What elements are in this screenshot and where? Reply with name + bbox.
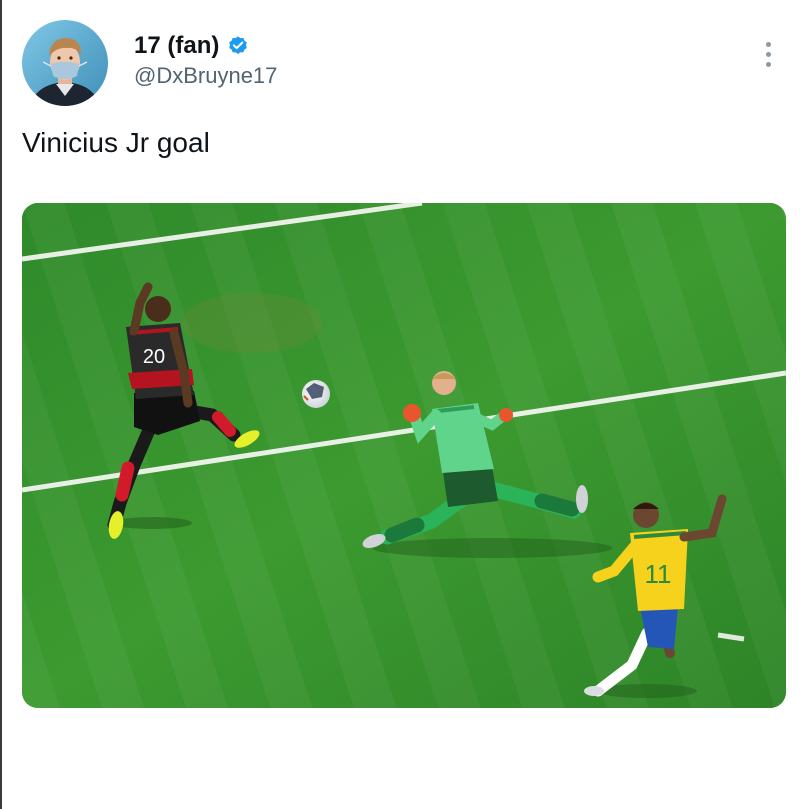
more-options-icon — [765, 41, 771, 47]
football-ball — [302, 380, 330, 408]
more-options-icon-dot — [765, 61, 771, 67]
jersey-number-11: 11 — [645, 559, 672, 589]
window-edge — [0, 0, 2, 809]
more-options-button[interactable] — [752, 34, 784, 74]
tweet-media-photo[interactable]: 20 11 — [22, 203, 786, 708]
author-handle[interactable]: @DxBruyne17 — [134, 62, 277, 90]
football-photo: 20 11 — [22, 203, 786, 708]
profile-photo-icon — [22, 20, 108, 106]
jersey-number-20: 20 — [143, 346, 165, 368]
tweet-text: Vinicius Jr goal — [22, 127, 210, 158]
display-name[interactable]: 17 (fan) — [134, 30, 219, 62]
verified-badge-icon — [227, 35, 249, 57]
tweet-card: 17 (fan) @DxBruyne17 Vinicius Jr goal 20… — [0, 0, 800, 809]
avatar[interactable] — [22, 20, 108, 106]
author-name-row[interactable]: 17 (fan) — [134, 30, 249, 62]
more-options-icon-dot — [765, 51, 771, 57]
